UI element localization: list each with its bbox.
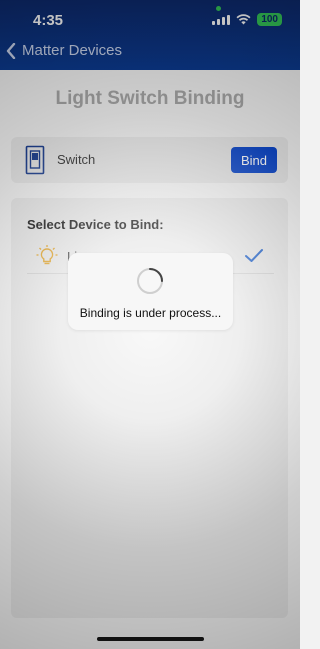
status-bar: 4:35 100 xyxy=(0,0,300,38)
signal-icon xyxy=(212,14,231,25)
battery-icon: 100 xyxy=(257,13,282,26)
page-title: Light Switch Binding xyxy=(55,88,245,109)
status-time: 4:35 xyxy=(33,12,64,29)
privacy-dot-icon xyxy=(216,6,221,11)
switch-label: Switch xyxy=(57,152,96,167)
loading-dialog: Binding is under process... xyxy=(68,253,233,330)
header: 4:35 100 Matter Devices xyxy=(0,0,300,70)
nav-bar: Matter Devices xyxy=(0,38,300,70)
home-indicator[interactable] xyxy=(97,637,204,641)
screen: 4:35 100 Matter Devices Light Switch Bin… xyxy=(0,0,300,649)
checkmark-icon xyxy=(244,248,264,269)
back-label: Matter Devices xyxy=(22,42,123,59)
light-switch-icon xyxy=(25,145,45,180)
status-icons: 100 xyxy=(212,13,282,26)
light-bulb-icon xyxy=(35,244,59,273)
back-button[interactable]: Matter Devices xyxy=(6,42,122,59)
spinner-icon xyxy=(135,266,165,301)
chevron-left-icon xyxy=(6,42,16,59)
switch-card: Switch Bind xyxy=(11,137,288,183)
wifi-icon xyxy=(236,14,251,25)
loading-message: Binding is under process... xyxy=(79,306,222,320)
select-device-heading: Select Device to Bind: xyxy=(27,217,164,232)
bind-button[interactable]: Bind xyxy=(231,147,277,173)
